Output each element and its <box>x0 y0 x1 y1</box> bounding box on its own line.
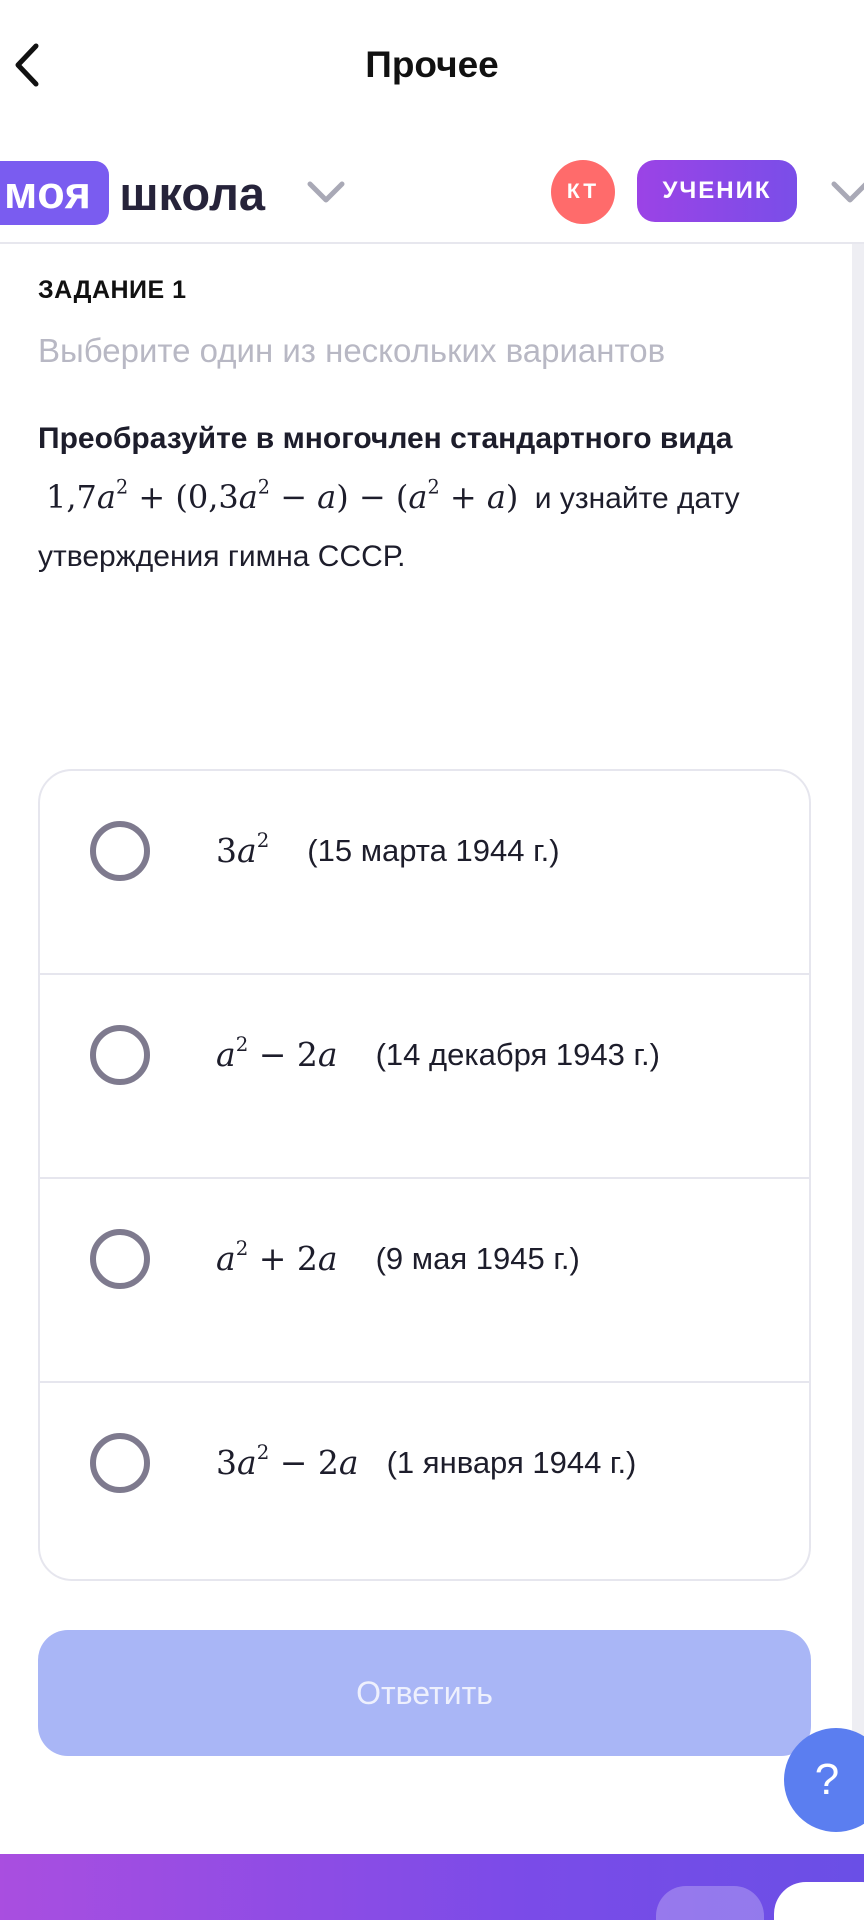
role-badge[interactable]: УЧЕНИК <box>637 160 797 222</box>
question-mark-icon: ? <box>814 1755 840 1804</box>
nav-bar: Прочее <box>0 0 864 132</box>
radio-button[interactable] <box>90 1229 150 1289</box>
radio-button[interactable] <box>90 1025 150 1085</box>
question-text: Преобразуйте в многочлен стандартного ви… <box>38 410 818 586</box>
question-bold-text: Преобразуйте в многочлен стандартного ви… <box>38 422 733 455</box>
question-conjunction: и <box>534 482 552 515</box>
option-content: a2 − 2a (14 декабря 1943 г.) <box>216 1035 660 1074</box>
option-content: 3a2 (15 марта 1944 г.) <box>216 831 560 870</box>
app-header: моя школа КТ УЧЕНИК <box>0 132 864 244</box>
task-card: ЗАДАНИЕ 1 Выберите один из нескольких ва… <box>0 244 852 1800</box>
chevron-down-icon[interactable] <box>304 174 348 210</box>
task-instructions: Выберите один из нескольких вариантов <box>38 332 666 369</box>
answer-options: 3a2 (15 марта 1944 г.) a2 − 2a (14 декаб… <box>38 769 811 1581</box>
option-date: (15 марта 1944 г.) <box>307 832 560 868</box>
bottom-nav-item[interactable] <box>656 1886 764 1920</box>
option-content: 3a2 − 2a (1 января 1944 г.) <box>216 1443 636 1482</box>
page-title: Прочее <box>365 44 499 85</box>
option-formula: a2 − 2a <box>216 1033 338 1074</box>
bottom-nav-item[interactable] <box>774 1882 864 1920</box>
option-date: (9 мая 1945 г.) <box>375 1240 580 1276</box>
task-number: ЗАДАНИЕ 1 <box>38 276 187 304</box>
option-formula: 3a2 − 2a <box>216 1441 359 1482</box>
option-formula: 3a2 <box>216 829 270 870</box>
radio-button[interactable] <box>90 1433 150 1493</box>
app-logo[interactable]: моя школа <box>0 160 265 226</box>
scrollbar-track[interactable] <box>852 244 864 1800</box>
option-date: (1 января 1944 г.) <box>386 1444 637 1480</box>
chevron-down-icon[interactable] <box>828 174 864 210</box>
question-formula: 1,7a2 + (0,3a2 − a) − (a2 + a) <box>46 475 519 516</box>
answer-option[interactable]: a2 + 2a (9 мая 1945 г.) <box>40 1179 809 1383</box>
radio-button[interactable] <box>90 821 150 881</box>
answer-option[interactable]: a2 − 2a (14 декабря 1943 г.) <box>40 975 809 1179</box>
user-avatar[interactable]: КТ <box>551 160 615 224</box>
option-formula: a2 + 2a <box>216 1237 338 1278</box>
option-content: a2 + 2a (9 мая 1945 г.) <box>216 1239 580 1278</box>
logo-part-shkola: школа <box>119 166 265 220</box>
logo-part-moya: моя <box>0 161 110 225</box>
answer-option[interactable]: 3a2 − 2a (1 января 1944 г.) <box>40 1383 809 1579</box>
submit-button[interactable]: Ответить <box>38 1630 811 1756</box>
option-date: (14 декабря 1943 г.) <box>375 1036 660 1072</box>
answer-option[interactable]: 3a2 (15 марта 1944 г.) <box>40 771 809 975</box>
